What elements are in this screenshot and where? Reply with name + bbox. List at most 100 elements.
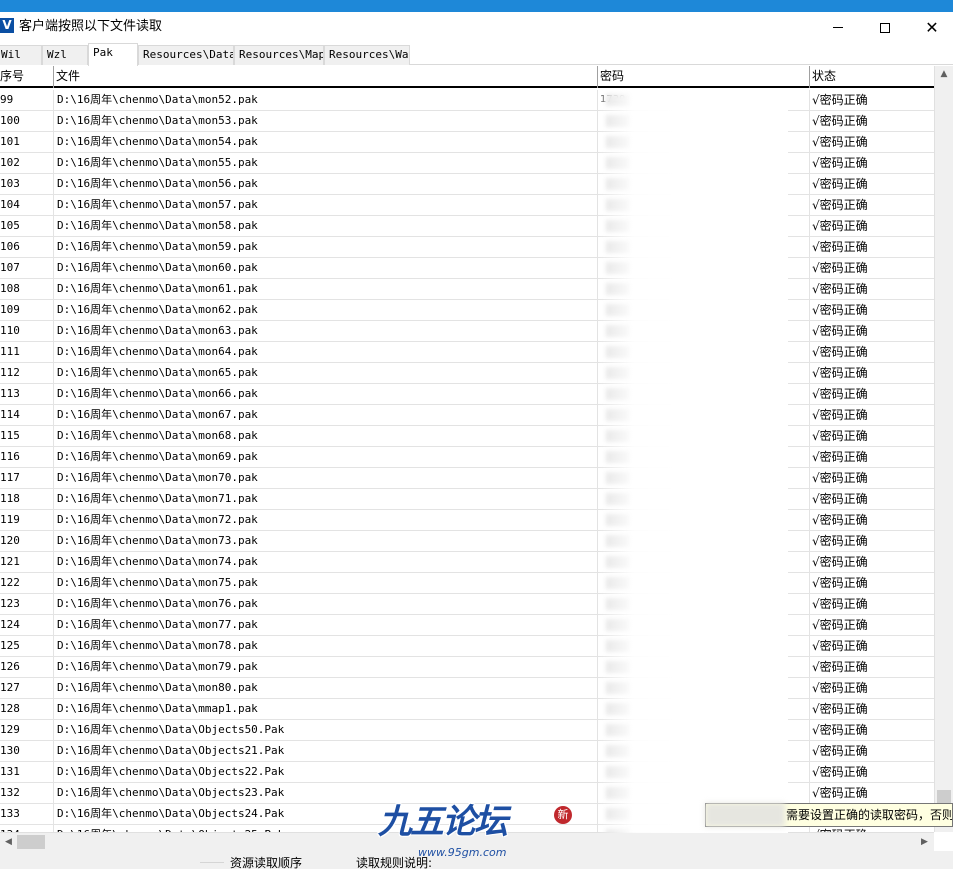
tab-wil[interactable]: Wil [0, 45, 42, 65]
tab-strip: Wil Wzl Pak Resources\Data Resources\Map… [0, 43, 953, 66]
row-file-path: D:\16周年\chenmo\Data\mon74.pak [54, 552, 598, 572]
table-row[interactable]: 104 D:\16周年\chenmo\Data\mon57.pak √密码正确 [0, 195, 934, 216]
row-file-path: D:\16周年\chenmo\Data\mon52.pak [54, 90, 598, 110]
table-row[interactable]: 131 D:\16周年\chenmo\Data\Objects22.Pak √密码正… [0, 762, 934, 783]
row-index: 100 [0, 111, 54, 131]
column-header-status[interactable]: 状态 [810, 66, 934, 88]
row-file-path: D:\16周年\chenmo\Data\mon76.pak [54, 594, 598, 614]
table-row[interactable]: 121 D:\16周年\chenmo\Data\mon74.pak √密码正确 [0, 552, 934, 573]
table-row[interactable]: 100 D:\16周年\chenmo\Data\mon53.pak √密码正确 [0, 111, 934, 132]
row-index: 125 [0, 636, 54, 656]
table-row[interactable]: 102 D:\16周年\chenmo\Data\mon55.pak √密码正确 [0, 153, 934, 174]
row-status: √密码正确 [812, 303, 868, 317]
row-status: √密码正确 [812, 618, 868, 632]
row-file-path: D:\16周年\chenmo\Data\mon60.pak [54, 258, 598, 278]
table-row[interactable]: 122 D:\16周年\chenmo\Data\mon75.pak √密码正确 [0, 573, 934, 594]
table-row[interactable]: 114 D:\16周年\chenmo\Data\mon67.pak √密码正确 [0, 405, 934, 426]
table-row[interactable]: 119 D:\16周年\chenmo\Data\mon72.pak √密码正确 [0, 510, 934, 531]
table-row[interactable]: 109 D:\16周年\chenmo\Data\mon62.pak √密码正确 [0, 300, 934, 321]
table-row[interactable]: 113 D:\16周年\chenmo\Data\mon66.pak √密码正确 [0, 384, 934, 405]
scroll-right-arrow-icon[interactable]: ▶ [916, 833, 933, 851]
row-status: √密码正确 [812, 429, 868, 443]
row-index: 107 [0, 258, 54, 278]
row-index: 128 [0, 699, 54, 719]
row-file-path: D:\16周年\chenmo\Data\mon80.pak [54, 678, 598, 698]
row-index: 129 [0, 720, 54, 740]
row-index: 110 [0, 321, 54, 341]
table-row[interactable]: 101 D:\16周年\chenmo\Data\mon54.pak √密码正确 [0, 132, 934, 153]
row-index: 127 [0, 678, 54, 698]
tab-resources-data[interactable]: Resources\Data [138, 45, 234, 65]
table-row[interactable]: 126 D:\16周年\chenmo\Data\mon79.pak √密码正确 [0, 657, 934, 678]
minimize-icon [833, 27, 843, 28]
table-row[interactable]: 132 D:\16周年\chenmo\Data\Objects23.Pak √密码正… [0, 783, 934, 804]
table-row[interactable]: 107 D:\16周年\chenmo\Data\mon60.pak √密码正确 [0, 258, 934, 279]
row-status: √密码正确 [812, 282, 868, 296]
row-status: √密码正确 [812, 219, 868, 233]
table-row[interactable]: 115 D:\16周年\chenmo\Data\mon68.pak √密码正确 [0, 426, 934, 447]
column-header-file[interactable]: 文件 [54, 66, 598, 88]
row-index: 104 [0, 195, 54, 215]
maximize-button[interactable] [862, 12, 908, 43]
row-file-path: D:\16周年\chenmo\Data\mon53.pak [54, 111, 598, 131]
tab-wzl[interactable]: Wzl [42, 45, 88, 65]
table-row[interactable]: 123 D:\16周年\chenmo\Data\mon76.pak √密码正确 [0, 594, 934, 615]
column-header-index[interactable]: 序号 [0, 66, 54, 88]
row-file-path: D:\16周年\chenmo\Data\mon54.pak [54, 132, 598, 152]
table-row[interactable]: 120 D:\16周年\chenmo\Data\mon73.pak √密码正确 [0, 531, 934, 552]
tab-pak[interactable]: Pak [88, 43, 138, 66]
row-index: 108 [0, 279, 54, 299]
row-status: √密码正确 [812, 324, 868, 338]
file-table: 序号 文件 密码 状态 99 D:\16周年\chenmo\Data\mon52.… [0, 66, 934, 832]
row-status: √密码正确 [812, 366, 868, 380]
column-header-password[interactable]: 密码 [598, 66, 810, 88]
table-row[interactable]: 105 D:\16周年\chenmo\Data\mon58.pak √密码正确 [0, 216, 934, 237]
table-row[interactable]: 129 D:\16周年\chenmo\Data\Objects50.Pak √密码正… [0, 720, 934, 741]
row-file-path: D:\16周年\chenmo\Data\mon61.pak [54, 279, 598, 299]
resource-order-label: 资源读取顺序 [230, 856, 303, 869]
row-file-path: D:\16周年\chenmo\Data\Objects22.Pak [54, 762, 598, 782]
row-status: √密码正确 [812, 471, 868, 485]
row-file-path: D:\16周年\chenmo\Data\mon56.pak [54, 174, 598, 194]
table-row[interactable]: 128 D:\16周年\chenmo\Data\mmap1.pak √密码正确 [0, 699, 934, 720]
row-file-path: D:\16周年\chenmo\Data\mon55.pak [54, 153, 598, 173]
tab-resources-wav[interactable]: Resources\Wav [324, 45, 410, 65]
table-row[interactable]: 110 D:\16周年\chenmo\Data\mon63.pak √密码正确 [0, 321, 934, 342]
table-row[interactable]: 99D:\16周年\chenmo\Data\mon52.pak1739√密码正确 [0, 90, 934, 111]
row-file-path: D:\16周年\chenmo\Data\mon66.pak [54, 384, 598, 404]
watermark-text: 九五论坛 [378, 802, 508, 842]
table-row[interactable]: 108 D:\16周年\chenmo\Data\mon61.pak √密码正确 [0, 279, 934, 300]
close-icon: ✕ [925, 17, 939, 37]
row-status: √密码正确 [812, 408, 868, 422]
table-row[interactable]: 112 D:\16周年\chenmo\Data\mon65.pak √密码正确 [0, 363, 934, 384]
scroll-left-arrow-icon[interactable]: ◀ [0, 833, 17, 851]
window-title: 客户端按照以下文件读取 [19, 19, 163, 34]
row-status: √密码正确 [812, 450, 868, 464]
row-status: √密码正确 [812, 702, 868, 716]
table-row[interactable]: 103 D:\16周年\chenmo\Data\mon56.pak √密码正确 [0, 174, 934, 195]
vertical-scrollbar[interactable]: ▲ ▼ [934, 66, 953, 832]
table-row[interactable]: 118 D:\16周年\chenmo\Data\mon71.pak √密码正确 [0, 489, 934, 510]
row-index: 133 [0, 804, 54, 824]
row-status: √密码正确 [812, 555, 868, 569]
tab-resources-map[interactable]: Resources\Map [234, 45, 324, 65]
table-row[interactable]: 124 D:\16周年\chenmo\Data\mon77.pak √密码正确 [0, 615, 934, 636]
scroll-up-arrow-icon[interactable]: ▲ [935, 66, 953, 83]
table-row[interactable]: 130 D:\16周年\chenmo\Data\Objects21.Pak √密码正… [0, 741, 934, 762]
horizontal-scroll-thumb[interactable] [17, 835, 45, 849]
row-status: √密码正确 [812, 345, 868, 359]
row-index: 109 [0, 300, 54, 320]
table-row[interactable]: 117 D:\16周年\chenmo\Data\mon70.pak √密码正确 [0, 468, 934, 489]
table-row[interactable]: 106 D:\16周年\chenmo\Data\mon59.pak √密码正确 [0, 237, 934, 258]
row-status: √密码正确 [812, 534, 868, 548]
table-row[interactable]: 127 D:\16周年\chenmo\Data\mon80.pak √密码正确 [0, 678, 934, 699]
row-file-path: D:\16周年\chenmo\Data\mon64.pak [54, 342, 598, 362]
row-index: 111 [0, 342, 54, 362]
close-button[interactable]: ✕ [909, 12, 953, 43]
row-status: √密码正确 [812, 198, 868, 212]
minimize-button[interactable] [815, 12, 861, 43]
table-row[interactable]: 116 D:\16周年\chenmo\Data\mon69.pak √密码正确 [0, 447, 934, 468]
table-row[interactable]: 125 D:\16周年\chenmo\Data\mon78.pak √密码正确 [0, 636, 934, 657]
table-row[interactable]: 111 D:\16周年\chenmo\Data\mon64.pak √密码正确 [0, 342, 934, 363]
row-status: √密码正确 [812, 723, 868, 737]
